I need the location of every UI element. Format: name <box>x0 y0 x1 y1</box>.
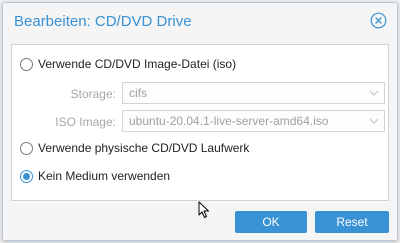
dialog-content: Verwende CD/DVD Image-Datei (iso) Storag… <box>11 44 389 201</box>
radio-none[interactable] <box>20 169 33 183</box>
storage-label: Storage: <box>70 87 116 101</box>
chevron-down-icon[interactable] <box>364 111 384 131</box>
iso-image-select[interactable]: ubuntu-20.04.1-live-server-amd64.iso <box>122 110 385 132</box>
radio-iso[interactable] <box>20 57 33 71</box>
chevron-down-icon[interactable] <box>364 83 384 103</box>
reset-button[interactable]: Reset <box>315 211 389 233</box>
radio-physical-label: Verwende physische CD/DVD Laufwerk <box>38 141 250 155</box>
radio-option-none[interactable]: Kein Medium verwenden <box>20 167 170 185</box>
close-icon[interactable] <box>370 12 387 29</box>
storage-select[interactable]: cifs <box>122 82 385 104</box>
dialog-titlebar[interactable]: Bearbeiten: CD/DVD Drive <box>3 3 397 41</box>
radio-option-iso[interactable]: Verwende CD/DVD Image-Datei (iso) <box>20 55 236 73</box>
mouse-pointer-icon <box>198 201 210 219</box>
ok-button[interactable]: OK <box>235 211 307 233</box>
storage-select-value: cifs <box>129 86 147 100</box>
radio-physical[interactable] <box>20 141 33 155</box>
radio-option-physical[interactable]: Verwende physische CD/DVD Laufwerk <box>20 139 249 157</box>
radio-iso-label: Verwende CD/DVD Image-Datei (iso) <box>38 57 237 71</box>
dialog-title: Bearbeiten: CD/DVD Drive <box>14 13 192 30</box>
radio-none-label: Kein Medium verwenden <box>38 169 171 183</box>
iso-image-select-value: ubuntu-20.04.1-live-server-amd64.iso <box>129 114 329 128</box>
iso-image-label: ISO Image: <box>55 115 116 129</box>
